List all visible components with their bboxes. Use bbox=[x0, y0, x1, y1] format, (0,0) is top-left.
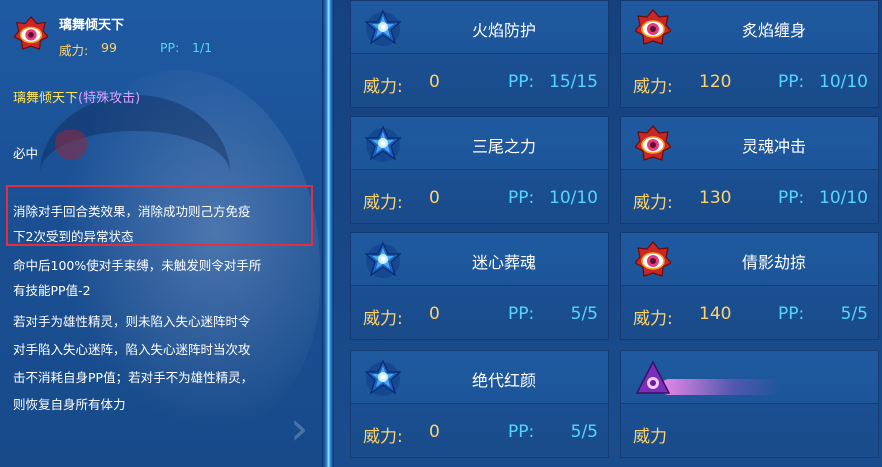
skill-detail-panel: › 璃舞倾天下 威力: 99 PP: 1/1 璃舞倾天下(特殊攻击) 必中 消除… bbox=[0, 0, 322, 467]
red-eye-icon bbox=[635, 241, 671, 277]
detail-pp-value: 1/1 bbox=[192, 40, 213, 55]
skill-name: 火焰防护 bbox=[471, 21, 536, 40]
power-value: 0 bbox=[429, 422, 440, 442]
power-value: 0 bbox=[429, 72, 440, 92]
pp-label: PP: bbox=[508, 72, 535, 92]
power-label: 威力: bbox=[363, 309, 403, 329]
pp-value: 10/10 bbox=[549, 188, 598, 208]
skill-name: 三尾之力 bbox=[471, 137, 536, 156]
pp-value: 10/10 bbox=[819, 188, 868, 208]
power-label: 威力: bbox=[363, 77, 403, 97]
purple-eye-icon bbox=[636, 361, 670, 394]
skill-name: 迷心葬魂 bbox=[471, 253, 536, 272]
detail-type-line: 璃舞倾天下(特殊攻击) bbox=[13, 87, 140, 106]
highlight-box bbox=[6, 185, 313, 246]
chevron-right-icon: › bbox=[290, 401, 309, 455]
detail-effect-line: 则恢复自身所有体力 bbox=[13, 397, 126, 412]
detail-type-category: (特殊攻击) bbox=[78, 91, 141, 106]
glow-effect bbox=[661, 379, 781, 395]
pp-value: 10/10 bbox=[819, 72, 868, 92]
power-value: 0 bbox=[429, 188, 440, 208]
detail-skill-name: 璃舞倾天下 bbox=[59, 18, 125, 33]
red-eye-icon bbox=[14, 16, 48, 50]
pp-label: PP: bbox=[778, 188, 805, 208]
pp-value: 5/5 bbox=[840, 304, 868, 324]
skill-card[interactable]: 迷心葬魂 威力: 0 PP: 5/5 bbox=[351, 233, 608, 339]
blue-star-icon bbox=[365, 126, 401, 163]
detail-power-label: 威力: bbox=[59, 43, 89, 58]
red-eye-icon bbox=[635, 125, 671, 161]
detail-type-name: 璃舞倾天下 bbox=[13, 91, 79, 106]
skill-card[interactable]: 倩影劫掠 威力: 140 PP: 5/5 bbox=[621, 233, 878, 339]
pp-value: 15/15 bbox=[549, 72, 598, 92]
panel-divider bbox=[322, 0, 334, 467]
skill-card[interactable]: 灵魂冲击 威力: 130 PP: 10/10 bbox=[621, 117, 878, 223]
detail-power-value: 99 bbox=[101, 40, 117, 55]
power-label: 威力: bbox=[363, 427, 403, 447]
background-artwork-detail bbox=[55, 130, 87, 160]
blue-star-icon bbox=[365, 10, 401, 47]
power-label: 威力 bbox=[633, 427, 667, 447]
skill-card[interactable]: 火焰防护 威力: 0 PP: 15/15 bbox=[351, 1, 608, 107]
detail-pp-label: PP: bbox=[160, 40, 180, 55]
power-label: 威力: bbox=[633, 193, 673, 213]
skill-card[interactable]: 炙焰缠身 威力: 120 PP: 10/10 bbox=[621, 1, 878, 107]
power-value: 120 bbox=[699, 72, 732, 92]
skill-card[interactable]: 三尾之力 威力: 0 PP: 10/10 bbox=[351, 117, 608, 223]
blue-star-icon bbox=[365, 360, 401, 397]
pp-label: PP: bbox=[778, 72, 805, 92]
power-value: 130 bbox=[699, 188, 732, 208]
skill-name: 绝代红颜 bbox=[471, 371, 536, 390]
skill-name: 倩影劫掠 bbox=[741, 253, 806, 272]
power-label: 威力: bbox=[633, 77, 673, 97]
pp-value: 5/5 bbox=[570, 304, 598, 324]
blue-star-icon bbox=[365, 242, 401, 279]
power-label: 威力: bbox=[363, 193, 403, 213]
pp-label: PP: bbox=[508, 304, 535, 324]
pp-label: PP: bbox=[508, 188, 535, 208]
red-eye-icon bbox=[635, 9, 671, 45]
power-value: 140 bbox=[699, 304, 732, 324]
detail-effect-line: 对手陷入失心迷阵，陷入失心迷阵时当次攻 bbox=[13, 342, 251, 357]
detail-effect-line: 命中后100%使对手束缚，未触发则令对手所 bbox=[13, 258, 262, 273]
power-label: 威力: bbox=[633, 309, 673, 329]
skill-name: 炙焰缠身 bbox=[741, 21, 806, 40]
pp-value: 5/5 bbox=[570, 422, 598, 442]
pp-label: PP: bbox=[778, 304, 805, 324]
detail-effect-line: 若对手为雄性精灵，则未陷入失心迷阵时令 bbox=[13, 314, 251, 329]
detail-effect-line: 必中 bbox=[13, 146, 39, 161]
skill-name: 灵魂冲击 bbox=[741, 137, 806, 156]
detail-effect-line: 击不消耗自身PP值；若对手不为雄性精灵， bbox=[13, 370, 254, 385]
skill-card[interactable]: 威力 bbox=[621, 351, 878, 457]
detail-effect-line: 有技能PP值-2 bbox=[13, 283, 91, 298]
pp-label: PP: bbox=[508, 422, 535, 442]
skill-card[interactable]: 绝代红颜 威力: 0 PP: 5/5 bbox=[351, 351, 608, 457]
power-value: 0 bbox=[429, 304, 440, 324]
